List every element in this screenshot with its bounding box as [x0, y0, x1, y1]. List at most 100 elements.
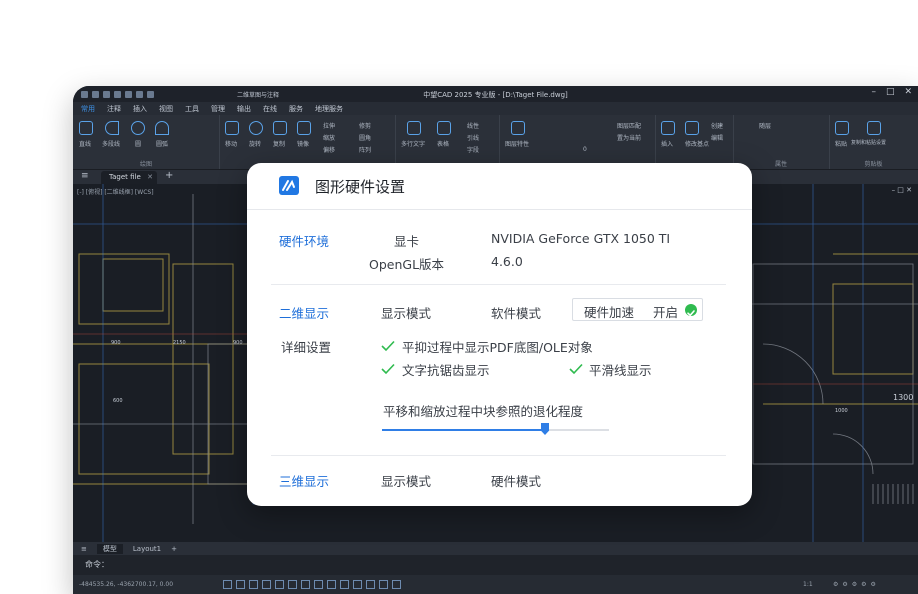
dimension-text: 2150 — [173, 340, 186, 346]
menu-view[interactable]: 视图 — [159, 104, 173, 114]
checkmark-icon[interactable] — [569, 363, 583, 375]
table-icon[interactable] — [437, 121, 451, 135]
status-tray-icons[interactable]: ⚙⚙⚙⚙⚙ — [833, 575, 880, 594]
hw-accel-label: 硬件加速 — [584, 305, 635, 320]
option-text-antialias[interactable]: 文字抗锯齿显示 — [402, 360, 490, 379]
display-mode-label-2d: 显示模式 — [381, 306, 432, 321]
new-tab-icon[interactable]: + — [165, 170, 173, 181]
close-icon[interactable]: ✕ — [904, 87, 912, 97]
tab-menu-icon[interactable]: ≡ — [81, 171, 89, 181]
linear-dim-button[interactable]: 线性 — [467, 121, 479, 130]
trim-button[interactable]: 修剪 — [359, 121, 371, 130]
osnap-toggle-icon[interactable] — [275, 580, 284, 589]
mirror-icon[interactable] — [297, 121, 311, 135]
transparency-toggle-icon[interactable] — [327, 580, 336, 589]
annotation-scale[interactable]: 1:1 — [803, 575, 813, 594]
display-mode-label-3d: 显示模式 — [381, 474, 432, 489]
tab-layout1[interactable]: Layout1 — [133, 545, 161, 553]
layer-properties-icon[interactable] — [511, 121, 525, 135]
copy-settings-label: 复制和粘贴设置 — [851, 140, 887, 146]
edit-block-button[interactable]: 编辑 — [711, 133, 723, 142]
stretch-button[interactable]: 拉伸 — [323, 121, 335, 130]
polyline-label: 多段线 — [102, 141, 121, 148]
checkmark-icon[interactable] — [381, 340, 395, 352]
layout-menu-icon[interactable]: ≡ — [81, 545, 87, 553]
menu-tools[interactable]: 工具 — [185, 104, 199, 114]
details-label: 详细设置 — [281, 340, 332, 355]
minimize-icon[interactable]: – — [871, 87, 876, 97]
mtext-label: 多行文字 — [401, 141, 426, 148]
arc-icon[interactable] — [155, 121, 169, 135]
tab-model[interactable]: 模型 — [96, 543, 123, 554]
hw-accel-state: 开启 — [653, 305, 679, 320]
ribbon-group-modify: 移动 旋转 复制 镜像 拉伸 缩放 偏移 修剪 圆角 阵列 — [219, 115, 396, 169]
maximize-icon[interactable]: □ — [886, 87, 895, 97]
rotate-icon[interactable] — [249, 121, 263, 135]
lineweight-toggle-icon[interactable] — [301, 580, 310, 589]
ribbon-group-clipboard: 粘贴 复制和粘贴设置 剪贴板 — [829, 115, 918, 169]
menu-output[interactable]: 输出 — [237, 104, 251, 114]
paste-icon[interactable] — [835, 121, 849, 135]
option-smooth-lines[interactable]: 平滑线显示 — [589, 360, 652, 379]
circle-label: 圆 — [135, 141, 142, 148]
workspace-switch-icon[interactable] — [392, 580, 401, 589]
field-button[interactable]: 字段 — [467, 145, 479, 154]
layer-match-button[interactable]: 图层匹配 — [617, 121, 641, 130]
option-pdf-ole[interactable]: 平抑过程中显示PDF底图/OLE对象 — [402, 337, 593, 356]
polyline-icon[interactable] — [105, 121, 119, 135]
section-3d-display: 三维显示 — [279, 474, 330, 489]
move-icon[interactable] — [225, 121, 239, 135]
command-line[interactable]: 命令： — [73, 555, 918, 575]
grid-toggle-icon[interactable] — [223, 580, 232, 589]
layer-dropdown[interactable]: 0 — [583, 146, 587, 153]
move-label: 移动 — [225, 141, 238, 148]
menu-manage[interactable]: 管理 — [211, 104, 225, 114]
scale-button[interactable]: 缩放 — [323, 133, 335, 142]
layer-properties-label: 图层特性 — [505, 141, 530, 148]
dyn-input-toggle-icon[interactable] — [314, 580, 323, 589]
file-tab[interactable]: Taget file ✕ — [101, 171, 157, 184]
fillet-button[interactable]: 圆角 — [359, 133, 371, 142]
checkmark-icon[interactable] — [381, 363, 395, 375]
menu-services[interactable]: 服务 — [289, 104, 303, 114]
add-layout-icon[interactable]: + — [171, 545, 177, 553]
arc-label: 圆弧 — [156, 141, 169, 148]
gpu-value: NVIDIA GeForce GTX 1050 TI — [491, 231, 671, 246]
color-dropdown[interactable]: 随层 — [759, 121, 771, 130]
leader-button[interactable]: 引线 — [467, 133, 479, 142]
ucs-toggle-icon[interactable] — [366, 580, 375, 589]
set-current-button[interactable]: 置为当前 — [617, 133, 641, 142]
selection-cycle-icon[interactable] — [340, 580, 349, 589]
divider — [271, 455, 726, 456]
line-icon[interactable] — [79, 121, 93, 135]
circle-icon[interactable] — [131, 121, 145, 135]
mtext-icon[interactable] — [407, 121, 421, 135]
array-button[interactable]: 阵列 — [359, 145, 371, 154]
degradation-slider-handle[interactable] — [541, 423, 549, 435]
insert-block-icon[interactable] — [661, 121, 675, 135]
edit-base-icon[interactable] — [685, 121, 699, 135]
ortho-toggle-icon[interactable] — [249, 580, 258, 589]
create-block-button[interactable]: 创建 — [711, 121, 723, 130]
polar-toggle-icon[interactable] — [262, 580, 271, 589]
annotation-monitor-icon[interactable] — [353, 580, 362, 589]
quick-props-icon[interactable] — [379, 580, 388, 589]
offset-button[interactable]: 偏移 — [323, 145, 335, 154]
opengl-label: OpenGL版本 — [369, 257, 445, 272]
menu-geo[interactable]: 地理服务 — [315, 104, 343, 114]
menu-home[interactable]: 常用 — [81, 104, 95, 114]
copy-icon[interactable] — [273, 121, 287, 135]
otrack-toggle-icon[interactable] — [288, 580, 297, 589]
menu-online[interactable]: 在线 — [263, 104, 277, 114]
display-mode-value-3d: 硬件模式 — [491, 474, 542, 489]
menu-annotate[interactable]: 注释 — [107, 104, 121, 114]
viewport-label[interactable]: [-] [俯视] [二维线框] [WCS] — [77, 187, 154, 196]
menu-insert[interactable]: 插入 — [133, 104, 147, 114]
divider — [271, 284, 726, 285]
copy-settings-icon[interactable] — [867, 121, 881, 135]
paste-label: 粘贴 — [835, 141, 848, 148]
viewport-controls[interactable]: – □ ✕ — [892, 186, 912, 194]
snap-toggle-icon[interactable] — [236, 580, 245, 589]
tab-close-icon[interactable]: ✕ — [147, 171, 153, 184]
window-controls: – □ ✕ — [871, 87, 912, 97]
